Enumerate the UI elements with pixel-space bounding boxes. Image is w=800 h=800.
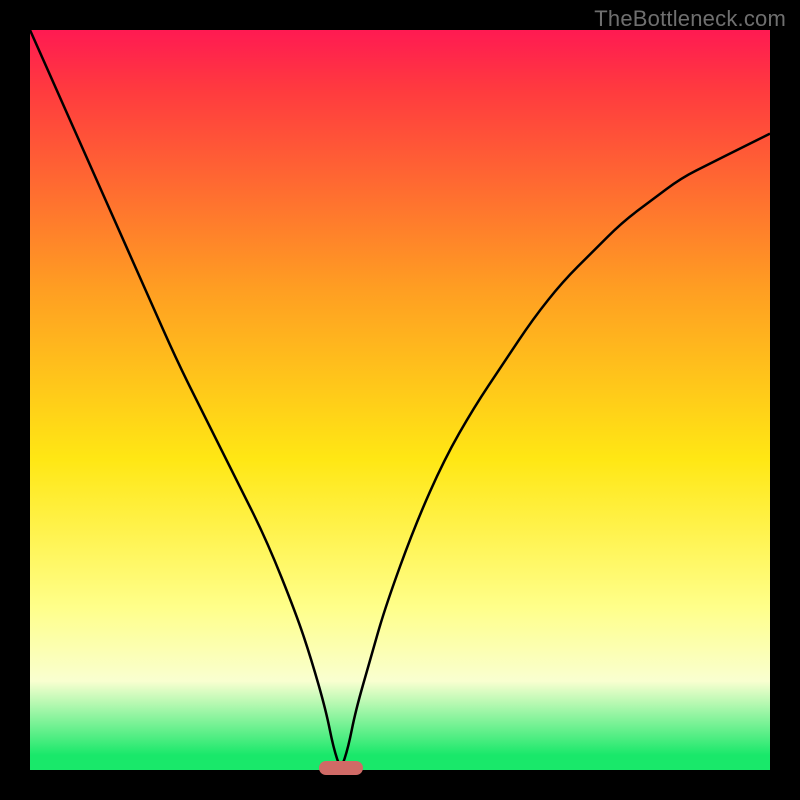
chart-plot-area (30, 30, 770, 770)
watermark-text: TheBottleneck.com (594, 6, 786, 32)
bottleneck-curve (30, 30, 770, 770)
chart-frame: TheBottleneck.com (0, 0, 800, 800)
optimal-marker (319, 761, 363, 775)
curve-path (30, 30, 770, 764)
